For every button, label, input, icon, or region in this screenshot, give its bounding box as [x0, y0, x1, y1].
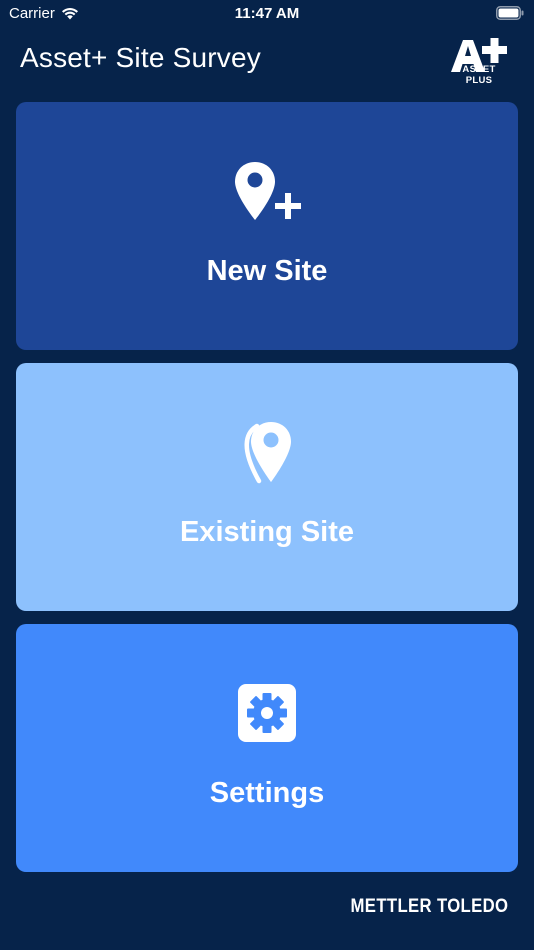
location-pin-icon — [244, 422, 291, 484]
asset-plus-logo-text: ASSET PLUS — [462, 64, 496, 86]
status-bar: Carrier 11:47 AM — [0, 0, 534, 28]
existing-site-button[interactable]: Existing Site — [16, 363, 518, 611]
settings-icon-wrap — [16, 680, 518, 750]
gear-icon — [238, 684, 296, 742]
asset-plus-logo: ASSET PLUS — [449, 38, 509, 86]
new-site-label: New Site — [206, 255, 328, 287]
settings-button[interactable]: Settings — [16, 624, 518, 872]
location-plus-icon — [235, 162, 301, 220]
mettler-toledo-logo: METTLER TOLEDO — [350, 896, 508, 917]
battery-icon — [496, 6, 524, 20]
app-title: Asset+ Site Survey — [20, 42, 261, 73]
status-time: 11:47 AM — [234, 5, 300, 22]
new-site-button[interactable]: New Site — [16, 102, 518, 350]
new-site-icon-wrap — [16, 158, 518, 228]
settings-label: Settings — [209, 777, 325, 809]
app-header: Asset+ Site Survey ASSET PLUS — [0, 28, 534, 102]
existing-site-icon-wrap — [16, 419, 518, 489]
existing-site-label: Existing Site — [179, 516, 355, 548]
